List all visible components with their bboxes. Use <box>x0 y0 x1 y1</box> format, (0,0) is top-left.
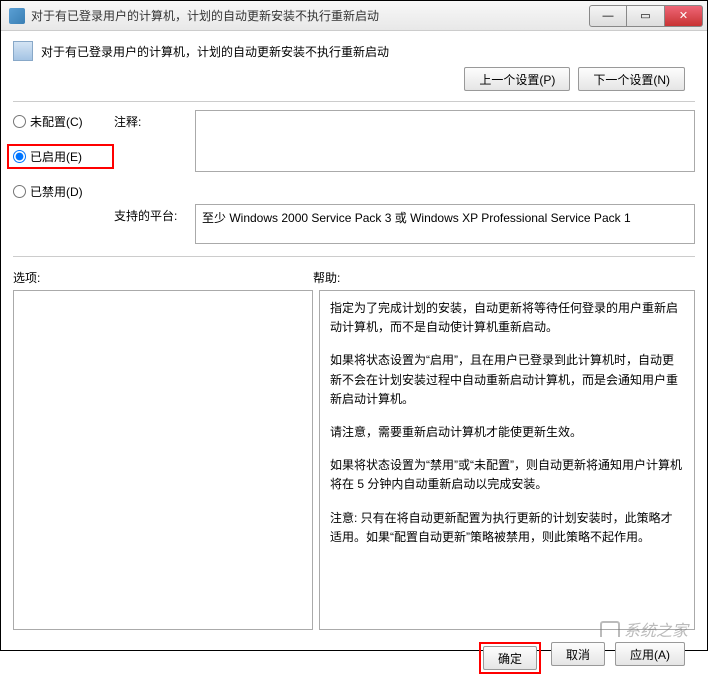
header-row: 对于有已登录用户的计算机，计划的自动更新安装不执行重新启动 <box>13 41 695 61</box>
app-icon <box>9 8 25 24</box>
help-p1: 指定为了完成计划的安装，自动更新将等待任何登录的用户重新启动计算机，而不是自动使… <box>330 299 684 337</box>
platform-label: 支持的平台: <box>114 204 189 224</box>
policy-icon <box>13 41 33 61</box>
platform-box: 至少 Windows 2000 Service Pack 3 或 Windows… <box>195 204 695 244</box>
highlight-enabled: 已启用(E) <box>7 144 114 169</box>
bottom-buttons: 确定 取消 应用(A) <box>13 642 695 674</box>
radio-enabled-label: 已启用(E) <box>30 148 82 165</box>
options-label: 选项: <box>13 269 313 286</box>
help-p2: 如果将状态设置为“启用”，且在用户已登录到此计算机时，自动更新不会在计划安装过程… <box>330 351 684 409</box>
radio-disabled-label: 已禁用(D) <box>30 183 83 200</box>
highlight-ok: 确定 <box>479 642 541 674</box>
window-controls: — ▭ ✕ <box>589 5 703 27</box>
radio-not-configured[interactable]: 未配置(C) <box>13 113 108 130</box>
help-p3: 请注意，需要重新启动计算机才能使更新生效。 <box>330 423 684 442</box>
help-label: 帮助: <box>313 269 340 286</box>
divider <box>13 101 695 102</box>
minimize-button[interactable]: — <box>589 5 627 27</box>
radio-disabled-input[interactable] <box>13 185 26 198</box>
radio-not-configured-label: 未配置(C) <box>30 113 83 130</box>
dialog-content: 对于有已登录用户的计算机，计划的自动更新安装不执行重新启动 上一个设置(P) 下… <box>1 31 707 682</box>
top-grid: 未配置(C) 已启用(E) 已禁用(D) 注释: 支持的平台: 至少 Windo… <box>13 110 695 244</box>
section-labels: 选项: 帮助: <box>13 269 695 286</box>
help-p5: 注意: 只有在将自动更新配置为执行更新的计划安装时，此策略才适用。如果“配置自动… <box>330 509 684 547</box>
policy-title: 对于有已登录用户的计算机，计划的自动更新安装不执行重新启动 <box>41 43 695 60</box>
lower-grid: 指定为了完成计划的安装，自动更新将等待任何登录的用户重新启动计算机，而不是自动使… <box>13 290 695 630</box>
comment-textarea[interactable] <box>195 110 695 172</box>
radio-enabled-input[interactable] <box>13 150 26 163</box>
platform-text: 至少 Windows 2000 Service Pack 3 或 Windows… <box>202 211 631 225</box>
radio-not-configured-input[interactable] <box>13 115 26 128</box>
nav-buttons: 上一个设置(P) 下一个设置(N) <box>13 67 695 91</box>
window-title: 对于有已登录用户的计算机，计划的自动更新安装不执行重新启动 <box>31 7 589 24</box>
close-button[interactable]: ✕ <box>665 5 703 27</box>
next-setting-button[interactable]: 下一个设置(N) <box>578 67 685 91</box>
help-p4: 如果将状态设置为“禁用”或“未配置”，则自动更新将通知用户计算机将在 5 分钟内… <box>330 456 684 494</box>
help-panel[interactable]: 指定为了完成计划的安装，自动更新将等待任何登录的用户重新启动计算机，而不是自动使… <box>319 290 695 630</box>
divider-2 <box>13 256 695 257</box>
maximize-button[interactable]: ▭ <box>627 5 665 27</box>
cancel-button[interactable]: 取消 <box>551 642 605 666</box>
radio-group: 未配置(C) 已启用(E) 已禁用(D) <box>13 110 108 200</box>
comment-label: 注释: <box>114 110 189 130</box>
ok-button[interactable]: 确定 <box>483 646 537 670</box>
radio-disabled[interactable]: 已禁用(D) <box>13 183 108 200</box>
radio-enabled[interactable]: 已启用(E) <box>13 148 108 165</box>
options-panel <box>13 290 313 630</box>
apply-button[interactable]: 应用(A) <box>615 642 685 666</box>
previous-setting-button[interactable]: 上一个设置(P) <box>464 67 570 91</box>
titlebar: 对于有已登录用户的计算机，计划的自动更新安装不执行重新启动 — ▭ ✕ <box>1 1 707 31</box>
